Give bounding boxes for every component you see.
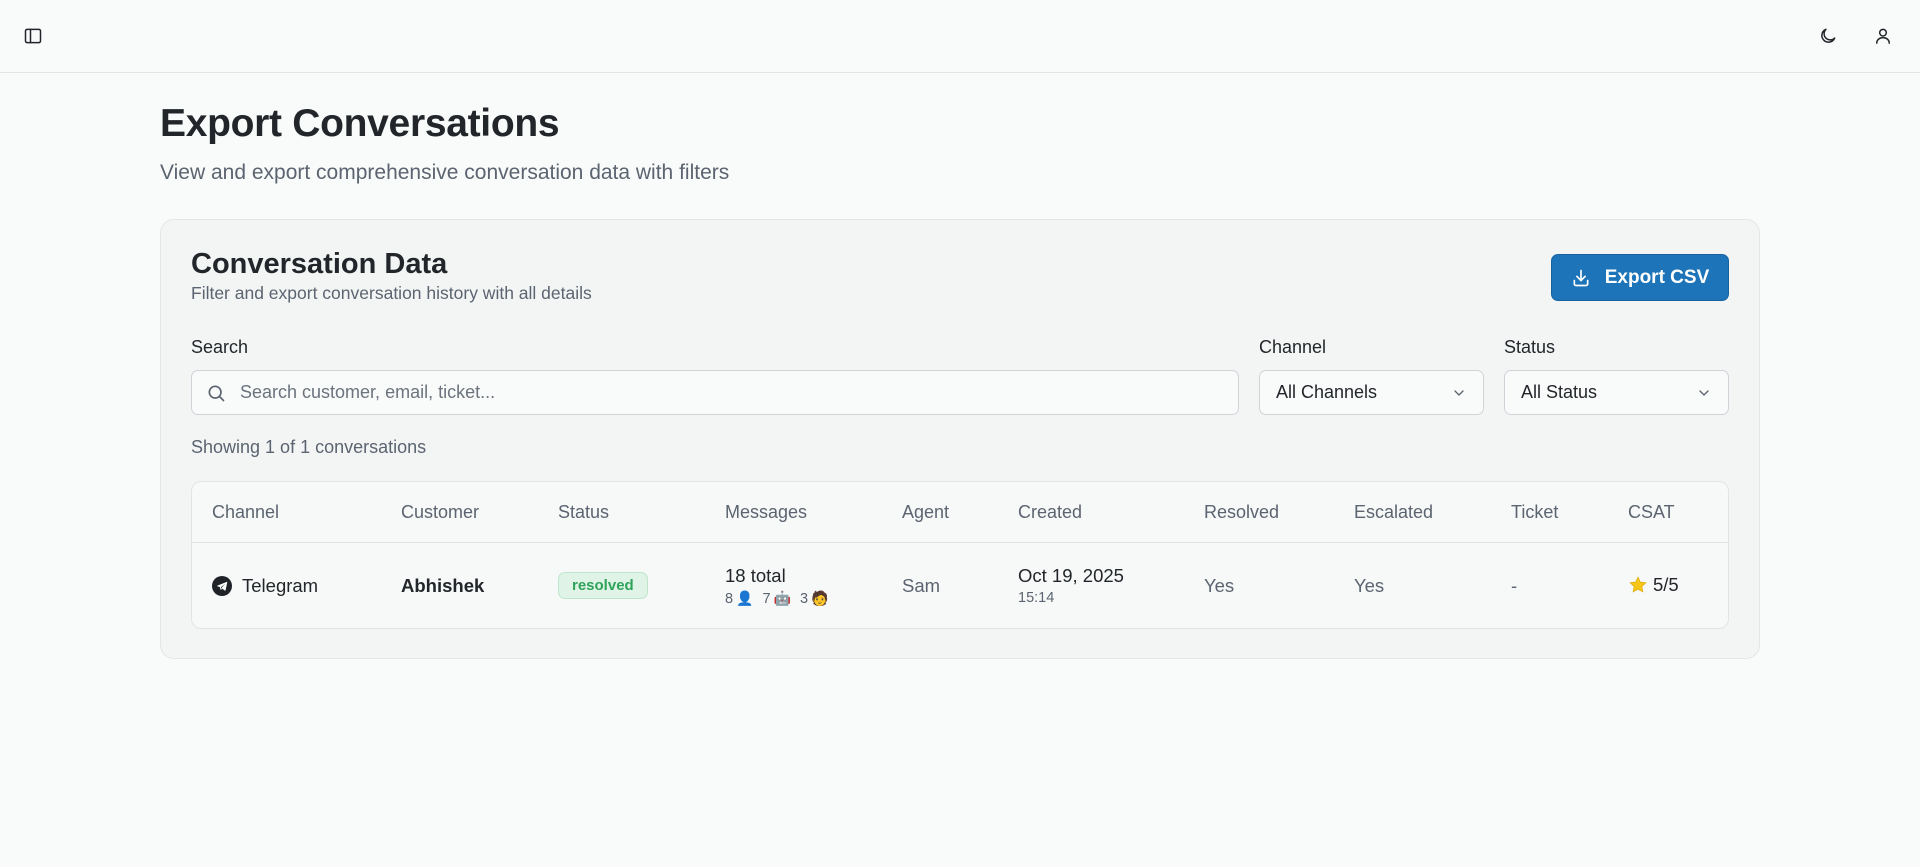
page-title: Export Conversations [160, 102, 560, 145]
table-header: Channel Customer Status Messages Agent C… [192, 482, 1728, 543]
column-header-status: Status [558, 502, 610, 522]
status-select-value: All Status [1521, 382, 1598, 402]
export-csv-label: Export CSV [1604, 266, 1710, 288]
customer-name: Abhishek [401, 575, 485, 596]
ticket-value: - [1511, 575, 1518, 596]
channel-label: Channel [1259, 337, 1327, 357]
column-header-customer: Customer [401, 502, 480, 522]
column-header-channel: Channel [212, 502, 280, 522]
csat-score: 5/5 [1653, 574, 1679, 595]
channel-select[interactable]: All Channels [1259, 370, 1484, 415]
user-emoji-icon: 👤 [736, 590, 754, 606]
telegram-icon [212, 576, 232, 596]
messages-total: 18 total [725, 565, 786, 586]
table-row[interactable]: Telegram Abhishek resolved 18 total 8 👤 … [192, 543, 1728, 628]
conversations-table: Channel Customer Status Messages Agent C… [191, 481, 1729, 629]
bot-emoji-icon: 🤖 [773, 590, 792, 606]
resolved-value: Yes [1204, 575, 1235, 596]
results-count: Showing 1 of 1 conversations [191, 437, 427, 457]
channel-cell: Telegram [212, 575, 318, 597]
page-subtitle: View and export comprehensive conversati… [160, 161, 730, 184]
sidebar-toggle-button[interactable] [15, 18, 51, 54]
escalated-value: Yes [1354, 575, 1385, 596]
card-title: Conversation Data [191, 248, 448, 280]
csat-cell: 5/5 [1628, 574, 1679, 596]
search-input[interactable] [240, 382, 1220, 403]
status-label: Status [1504, 337, 1556, 357]
channel-select-value: All Channels [1276, 382, 1378, 402]
user-menu-button[interactable] [1865, 18, 1901, 54]
column-header-csat: CSAT [1628, 502, 1675, 522]
search-field[interactable] [191, 370, 1239, 415]
top-bar [0, 0, 1920, 73]
created-date: Oct 19, 2025 [1018, 565, 1124, 586]
column-header-resolved: Resolved [1204, 502, 1280, 522]
column-header-created: Created [1018, 502, 1083, 522]
column-header-escalated: Escalated [1354, 502, 1434, 522]
chevron-down-icon [1454, 389, 1464, 396]
export-csv-button[interactable]: Export CSV [1551, 254, 1729, 301]
card-description: Filter and export conversation history w… [191, 283, 592, 303]
moon-icon [1821, 28, 1836, 43]
messages-user-count: 8 [725, 590, 734, 607]
download-icon [1573, 269, 1589, 286]
messages-breakdown: 8 👤 7 🤖 3 🧑 [725, 590, 835, 607]
user-icon [1876, 28, 1890, 44]
status-badge: resolved [558, 572, 648, 599]
sidebar-panel-icon [24, 28, 42, 44]
chevron-down-icon [1699, 389, 1709, 396]
column-header-agent: Agent [902, 502, 950, 522]
agent-emoji-icon: 🧑 [811, 590, 829, 606]
column-header-ticket: Ticket [1511, 502, 1559, 522]
column-header-messages: Messages [725, 502, 808, 522]
star-icon [1629, 576, 1647, 593]
search-icon [208, 385, 225, 401]
conversation-data-card: Conversation Data Filter and export conv… [160, 219, 1760, 659]
messages-bot-count: 7 [762, 590, 771, 607]
agent-name: Sam [902, 575, 941, 596]
theme-toggle-button[interactable] [1810, 18, 1846, 54]
search-label: Search [191, 337, 249, 357]
messages-agent-count: 3 [800, 590, 809, 607]
channel-name: Telegram [242, 575, 319, 596]
status-select[interactable]: All Status [1504, 370, 1729, 415]
created-time: 15:14 [1018, 590, 1055, 606]
